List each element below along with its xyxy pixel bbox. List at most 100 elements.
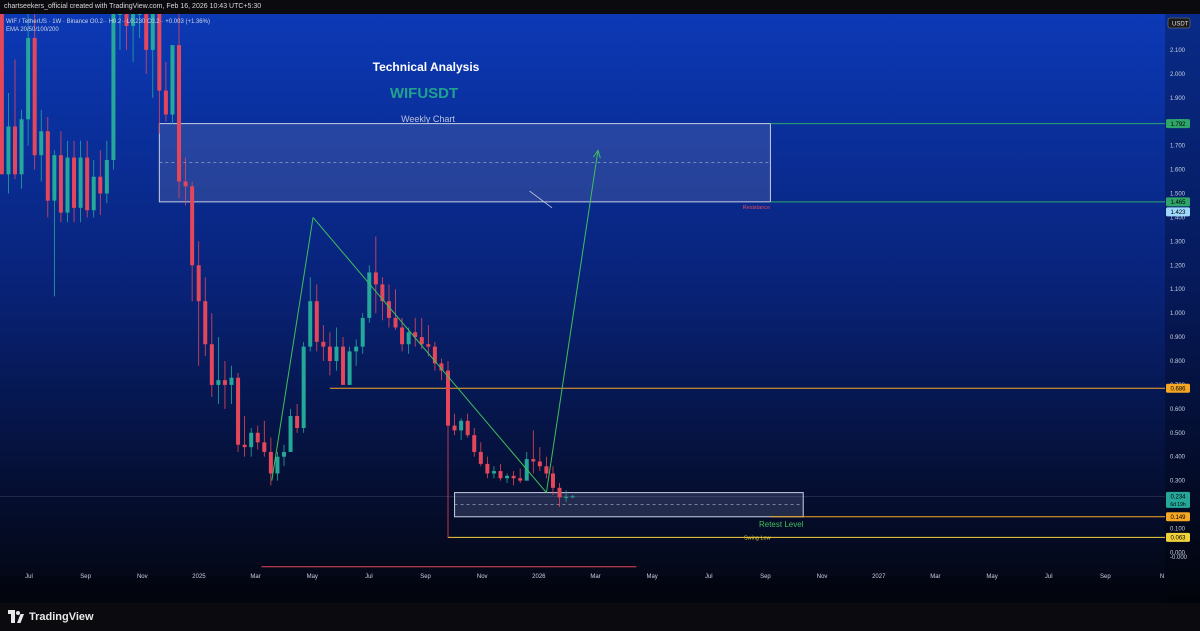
candle	[505, 473, 510, 484]
candle-body	[236, 377, 241, 445]
x-tick-label: 2026	[532, 574, 546, 580]
candle-body	[229, 377, 234, 385]
candle	[281, 444, 286, 467]
candle-body	[393, 317, 398, 328]
y-tick-label: 1.700	[1170, 144, 1186, 150]
candle	[222, 360, 227, 409]
candle-body	[505, 475, 510, 479]
candle	[85, 140, 90, 218]
candle-body	[400, 327, 405, 345]
candle-body	[12, 126, 17, 175]
y-tick-label: 1.000	[1170, 311, 1186, 317]
y-tick-label: 0.600	[1170, 407, 1186, 413]
y-tick-label: 0.300	[1170, 479, 1186, 485]
candle-body	[111, 14, 116, 160]
candle	[65, 140, 70, 223]
candle-body	[85, 157, 90, 211]
candle-body	[72, 157, 77, 208]
candle-body	[321, 341, 326, 347]
candle	[203, 277, 208, 357]
candle-body	[426, 344, 431, 347]
time-axis	[0, 576, 1165, 603]
candle	[341, 337, 346, 385]
candle-body	[249, 432, 254, 448]
candle-body	[314, 301, 319, 342]
candle-body	[203, 301, 208, 345]
x-tick-label: Sep	[420, 574, 431, 580]
candle	[485, 456, 490, 479]
candle-body	[288, 416, 293, 452]
candle	[98, 150, 103, 216]
candle	[347, 346, 352, 385]
candle	[236, 372, 241, 452]
x-tick-label: Jul	[705, 574, 713, 580]
price-axis-unit-label: USDT	[1172, 22, 1189, 28]
candle-body	[196, 265, 201, 302]
candle	[413, 317, 418, 347]
candle	[478, 442, 483, 467]
candle-body	[104, 159, 109, 194]
candle-body	[39, 131, 44, 156]
candle-body	[45, 131, 50, 201]
candle	[550, 466, 555, 495]
y-tick-label: -0.000	[1170, 555, 1188, 561]
candle-body	[498, 471, 503, 479]
candle	[104, 140, 109, 204]
candle	[12, 59, 17, 180]
chart-subtitle: Weekly Chart	[401, 114, 455, 124]
candle	[301, 341, 306, 433]
candle-body	[478, 451, 483, 464]
candle-body	[334, 346, 339, 361]
candle	[314, 284, 319, 352]
candle-body	[177, 45, 182, 182]
x-tick-label: May	[986, 574, 997, 580]
candle	[472, 427, 477, 457]
candle-body	[268, 451, 273, 474]
x-tick-label: Sep	[80, 574, 91, 580]
candle	[544, 456, 549, 479]
candle	[295, 404, 300, 433]
candle	[39, 109, 44, 182]
tradingview-logo[interactable]: TradingView	[8, 610, 94, 624]
chart-area[interactable]: 2.1002.0001.9001.8001.7001.6001.5001.400…	[0, 14, 1200, 603]
candle	[45, 116, 50, 218]
swing-low-price-label: 0.063	[1170, 536, 1186, 542]
symbol-legend[interactable]: WIF / TetherUS · 1W · Binance O0.2·· H0.…	[6, 18, 210, 34]
y-tick-label: 2.000	[1170, 72, 1186, 78]
y-tick-label: 1.600	[1170, 168, 1186, 174]
candle	[511, 471, 516, 486]
candle-body	[183, 181, 188, 187]
x-tick-label: Jul	[1045, 574, 1053, 580]
x-tick-label: Nov	[137, 574, 148, 580]
price-chart[interactable]: 2.1002.0001.9001.8001.7001.6001.5001.400…	[0, 14, 1200, 603]
candle	[518, 468, 523, 484]
current-price-countdown: 6d 19h	[1170, 502, 1186, 508]
candle-body	[163, 90, 168, 115]
candle-body	[91, 176, 96, 211]
candle	[524, 451, 529, 481]
resistance-top-price-label: 1.792	[1170, 122, 1186, 128]
candle-body	[406, 332, 411, 345]
y-tick-label: 1.200	[1170, 263, 1186, 269]
x-tick-label: Mar	[250, 574, 260, 580]
candle-body	[570, 496, 575, 498]
candle-body	[190, 186, 195, 266]
resistance-bottom-price-label: 1.465	[1170, 200, 1186, 206]
x-tick-label: Mar	[590, 574, 600, 580]
candle-body	[550, 473, 555, 488]
candle	[229, 365, 234, 405]
x-tick-label: May	[646, 574, 657, 580]
x-tick-label: Sep	[1100, 574, 1111, 580]
candle-body	[564, 496, 569, 498]
candle-body	[544, 466, 549, 474]
candle	[491, 466, 496, 479]
candle	[19, 109, 24, 189]
y-tick-label: 2.100	[1170, 48, 1186, 54]
candle-body	[301, 346, 306, 428]
candle-body	[341, 346, 346, 385]
candle	[367, 265, 372, 323]
y-tick-label: 0.400	[1170, 455, 1186, 461]
candle	[393, 289, 398, 330]
candle	[6, 92, 11, 194]
y-tick-label: 0.900	[1170, 335, 1186, 341]
